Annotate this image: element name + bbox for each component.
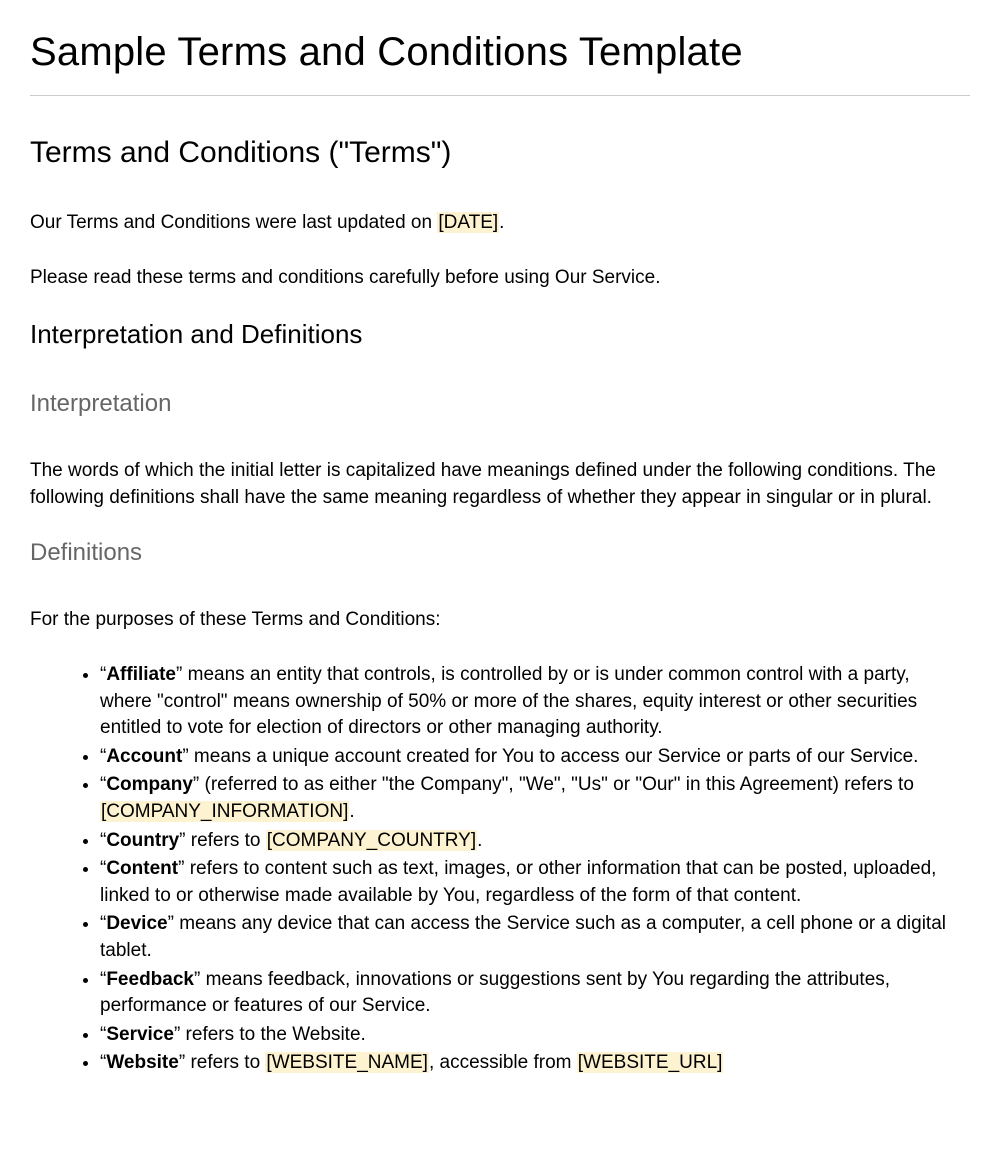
intro-suffix: . [499,212,504,233]
definition-country: Country refers to [COMPANY_COUNTRY]. [100,828,970,855]
definitions-intro: For the purposes of these Terms and Cond… [30,607,970,634]
definition-website: Website refers to [WEBSITE_NAME], access… [100,1050,970,1077]
interpretation-body: The words of which the initial letter is… [30,458,970,511]
placeholder-website-name: [WEBSITE_NAME] [265,1052,429,1073]
heading-terms: Terms and Conditions ("Terms") [30,136,970,170]
term-label: Service [106,1024,174,1045]
intro-line-1: Our Terms and Conditions were last updat… [30,210,970,237]
intro-line-2: Please read these terms and conditions c… [30,265,970,292]
term-label: Affiliate [106,664,176,685]
definition-service: Service refers to the Website. [100,1022,970,1049]
placeholder-website-url: [WEBSITE_URL] [577,1052,724,1073]
term-text-mid: , accessible from [429,1052,577,1073]
term-text: means a unique account created for You t… [189,746,919,767]
term-label: Device [106,913,167,934]
term-text-after: . [349,801,354,822]
page-title: Sample Terms and Conditions Template [30,30,970,75]
definition-company: Company (referred to as either "the Comp… [100,772,970,825]
subheading-interpretation: Interpretation [30,390,970,418]
term-text: refers to the Website. [180,1024,366,1045]
term-label: Country [106,830,179,851]
heading-interpretation-definitions: Interpretation and Definitions [30,319,970,350]
definitions-list: Affiliate means an entity that controls,… [30,662,970,1077]
term-label: Account [106,746,182,767]
subheading-definitions: Definitions [30,539,970,567]
placeholder-date: [DATE] [437,212,499,233]
term-text: means an entity that controls, is contro… [100,664,917,738]
term-text: means any device that can access the Ser… [100,913,946,961]
definition-feedback: Feedback means feedback, innovations or … [100,967,970,1020]
term-text: refers to content such as text, images, … [100,858,936,906]
term-text-before: (referred to as either "the Company", "W… [199,774,914,795]
term-text-after: . [477,830,482,851]
divider [30,95,970,96]
definition-affiliate: Affiliate means an entity that controls,… [100,662,970,742]
definition-account: Account means a unique account created f… [100,744,970,771]
placeholder-company-information: [COMPANY_INFORMATION] [100,801,349,822]
term-text-before: refers to [185,1052,265,1073]
term-text: means feedback, innovations or suggestio… [100,969,890,1017]
term-label: Feedback [106,969,194,990]
term-label: Company [106,774,193,795]
intro-prefix: Our Terms and Conditions were last updat… [30,212,437,233]
placeholder-company-country: [COMPANY_COUNTRY] [266,830,477,851]
term-text-before: refers to [185,830,265,851]
term-label: Website [106,1052,179,1073]
definition-content: Content refers to content such as text, … [100,856,970,909]
definition-device: Device means any device that can access … [100,911,970,964]
term-label: Content [106,858,178,879]
